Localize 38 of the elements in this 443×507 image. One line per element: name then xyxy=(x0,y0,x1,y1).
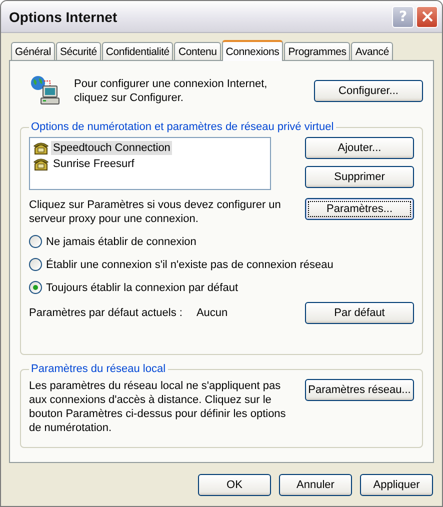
telephone-icon xyxy=(33,156,49,172)
dialog-button[interactable]: Annuler xyxy=(279,474,352,496)
radio-label: Ne jamais établir de connexion xyxy=(46,234,196,248)
settings-button[interactable]: Paramètres... xyxy=(305,198,414,220)
list-action-button[interactable]: Ajouter... xyxy=(305,137,414,159)
tab[interactable]: Contenu xyxy=(174,42,221,60)
close-icon xyxy=(422,11,432,22)
radio-button[interactable] xyxy=(29,281,42,294)
configure-button[interactable]: Configurer... xyxy=(314,80,423,102)
tab[interactable]: Sécurité xyxy=(56,42,101,60)
list-action-button[interactable]: Supprimer xyxy=(305,166,414,188)
default-value: Aucun xyxy=(196,306,228,320)
connection-list[interactable]: Speedtouch Connection Sunrise Freesurf xyxy=(29,137,271,190)
tab[interactable]: Confidentialité xyxy=(102,42,174,60)
connection-item[interactable]: Sunrise Freesurf xyxy=(51,157,136,171)
tab[interactable]: Avancé xyxy=(351,42,393,60)
default-button[interactable]: Par défaut xyxy=(305,302,414,324)
group-title: Paramètres du réseau local xyxy=(30,363,167,375)
close-button[interactable] xyxy=(416,6,438,28)
lan-text: Les paramètres du réseau local ne s'appliquent pas aux connexions d'accès à distance. Cliquez sur le bouton Paramètres ci-dessus pour définir les options de numérotation. xyxy=(29,379,287,435)
dialog-button[interactable]: Appliquer xyxy=(360,474,433,496)
radio-button[interactable] xyxy=(29,235,42,248)
tab[interactable]: Connexions xyxy=(222,40,284,61)
telephone-icon xyxy=(33,140,49,156)
connection-item[interactable]: Speedtouch Connection xyxy=(51,141,172,155)
lan-settings-button[interactable]: Paramètres réseau... xyxy=(305,379,414,401)
setup-text: Pour configurer une connexion Internet, cliquez sur Configurer. xyxy=(74,77,268,105)
radio-button[interactable] xyxy=(29,258,42,271)
tab[interactable]: Général xyxy=(11,42,55,60)
default-label: Paramètres par défaut actuels : xyxy=(29,306,182,320)
window-title: Options Internet xyxy=(9,8,118,24)
globe-computer-icon xyxy=(30,75,62,107)
radio-label: Toujours établir la connexion par défaut xyxy=(46,280,238,294)
dialog-button[interactable]: OK xyxy=(198,474,271,496)
group-title: Options de numérotation et paramètres de réseau privé virtuel xyxy=(30,121,335,133)
tab[interactable]: Programmes xyxy=(284,42,350,60)
proxy-text: Cliquez sur Paramètres si vous devez configurer un serveur proxy pour une connexion. xyxy=(29,198,282,226)
radio-label: Établir une connexion s'il n'existe pas de connexion réseau xyxy=(46,258,334,272)
